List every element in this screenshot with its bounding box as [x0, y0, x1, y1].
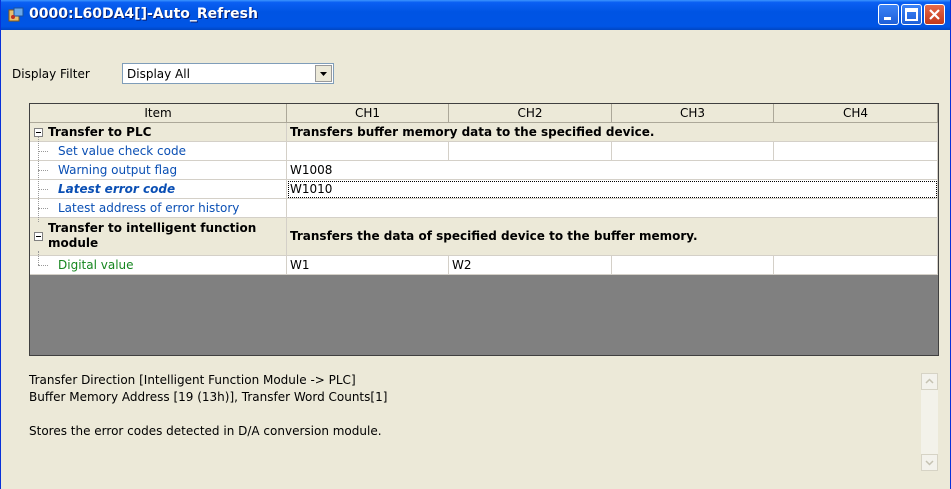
description-scrollbar[interactable] — [921, 373, 938, 471]
refresh-grid: Item CH1 CH2 CH3 CH4 Transfer to PLC Tra… — [29, 103, 939, 356]
item-label: Digital value — [30, 256, 287, 275]
cell-ch2[interactable]: W2 — [449, 256, 612, 275]
cell-ch1[interactable] — [287, 199, 938, 218]
group-row-transfer-to-plc[interactable]: Transfer to PLC Transfers buffer memory … — [30, 123, 938, 142]
item-description-text: Stores the error codes detected in D/A c… — [29, 424, 382, 438]
item-label: Latest address of error history — [30, 199, 287, 218]
group-label-text: Transfer to PLC — [48, 125, 152, 139]
maximize-button[interactable] — [901, 4, 922, 25]
chevron-down-icon — [925, 460, 934, 466]
group-label: Transfer to PLC — [30, 123, 287, 142]
cell-ch1[interactable]: W1 — [287, 256, 449, 275]
app-icon — [8, 7, 24, 22]
table-row-selected[interactable]: Latest error code W1010 — [30, 180, 938, 199]
cell-ch3[interactable] — [612, 142, 774, 161]
group-label-line2: module — [48, 236, 99, 250]
window-border — [1, 30, 9, 489]
table-row[interactable]: Warning output flag W1008 — [30, 161, 938, 180]
close-button[interactable] — [924, 4, 945, 25]
scroll-up-button[interactable] — [921, 373, 938, 390]
chevron-down-icon — [320, 72, 327, 76]
item-label: Set value check code — [30, 142, 287, 161]
minimize-icon — [884, 17, 891, 20]
auto-refresh-window: 0000:L60DA4[]-Auto_Refresh Display Filte… — [0, 0, 951, 489]
group-label-line1: Transfer to intelligent function — [48, 221, 257, 235]
tree-line — [38, 137, 39, 222]
group-label: Transfer to intelligent function module — [30, 218, 287, 256]
description-panel: Transfer Direction [Intelligent Function… — [29, 372, 387, 440]
collapse-toggle-icon[interactable] — [34, 128, 43, 137]
tree-branch — [38, 208, 48, 209]
group-description: Transfers the data of specified device t… — [287, 218, 938, 256]
tree-line — [38, 251, 39, 265]
close-icon — [929, 9, 940, 20]
tree-branch — [38, 151, 48, 152]
column-header-ch3[interactable]: CH3 — [612, 104, 774, 123]
table-row[interactable]: Set value check code — [30, 142, 938, 161]
cell-ch1[interactable]: W1010 — [287, 180, 938, 199]
window-title: 0000:L60DA4[]-Auto_Refresh — [29, 6, 258, 22]
scroll-down-button[interactable] — [921, 454, 938, 471]
maximize-icon — [905, 8, 918, 21]
cell-ch4[interactable] — [774, 142, 938, 161]
display-filter-dropdown[interactable]: Display All — [122, 63, 334, 84]
minimize-button[interactable] — [878, 4, 899, 25]
item-label: Warning output flag — [30, 161, 287, 180]
transfer-direction-text: Transfer Direction [Intelligent Function… — [29, 373, 356, 387]
item-label: Latest error code — [30, 180, 287, 199]
display-filter-label: Display Filter — [12, 67, 90, 81]
tree-branch — [38, 189, 48, 190]
group-description: Transfers buffer memory data to the spec… — [287, 123, 938, 142]
column-header-ch1[interactable]: CH1 — [287, 104, 449, 123]
cell-ch2[interactable] — [449, 142, 612, 161]
chevron-up-icon — [925, 378, 934, 384]
tree-branch — [38, 170, 48, 171]
group-row-transfer-to-intelligent-function-module[interactable]: Transfer to intelligent function module … — [30, 218, 938, 256]
cell-ch3[interactable] — [612, 256, 774, 275]
cell-ch1[interactable] — [287, 142, 449, 161]
table-row[interactable]: Digital value W1 W2 — [30, 256, 938, 275]
dropdown-arrow-button[interactable] — [315, 65, 332, 82]
table-row[interactable]: Latest address of error history — [30, 199, 938, 218]
tree-branch — [38, 265, 48, 266]
title-bar[interactable]: 0000:L60DA4[]-Auto_Refresh — [1, 0, 950, 30]
buffer-memory-address-text: Buffer Memory Address [19 (13h)], Transf… — [29, 390, 388, 404]
cell-ch1[interactable]: W1008 — [287, 161, 938, 180]
column-header-ch2[interactable]: CH2 — [449, 104, 612, 123]
cell-ch4[interactable] — [774, 256, 938, 275]
column-header-ch4[interactable]: CH4 — [774, 104, 938, 123]
collapse-toggle-icon[interactable] — [34, 232, 43, 241]
column-header-item[interactable]: Item — [30, 104, 287, 123]
display-filter-value: Display All — [127, 67, 190, 81]
